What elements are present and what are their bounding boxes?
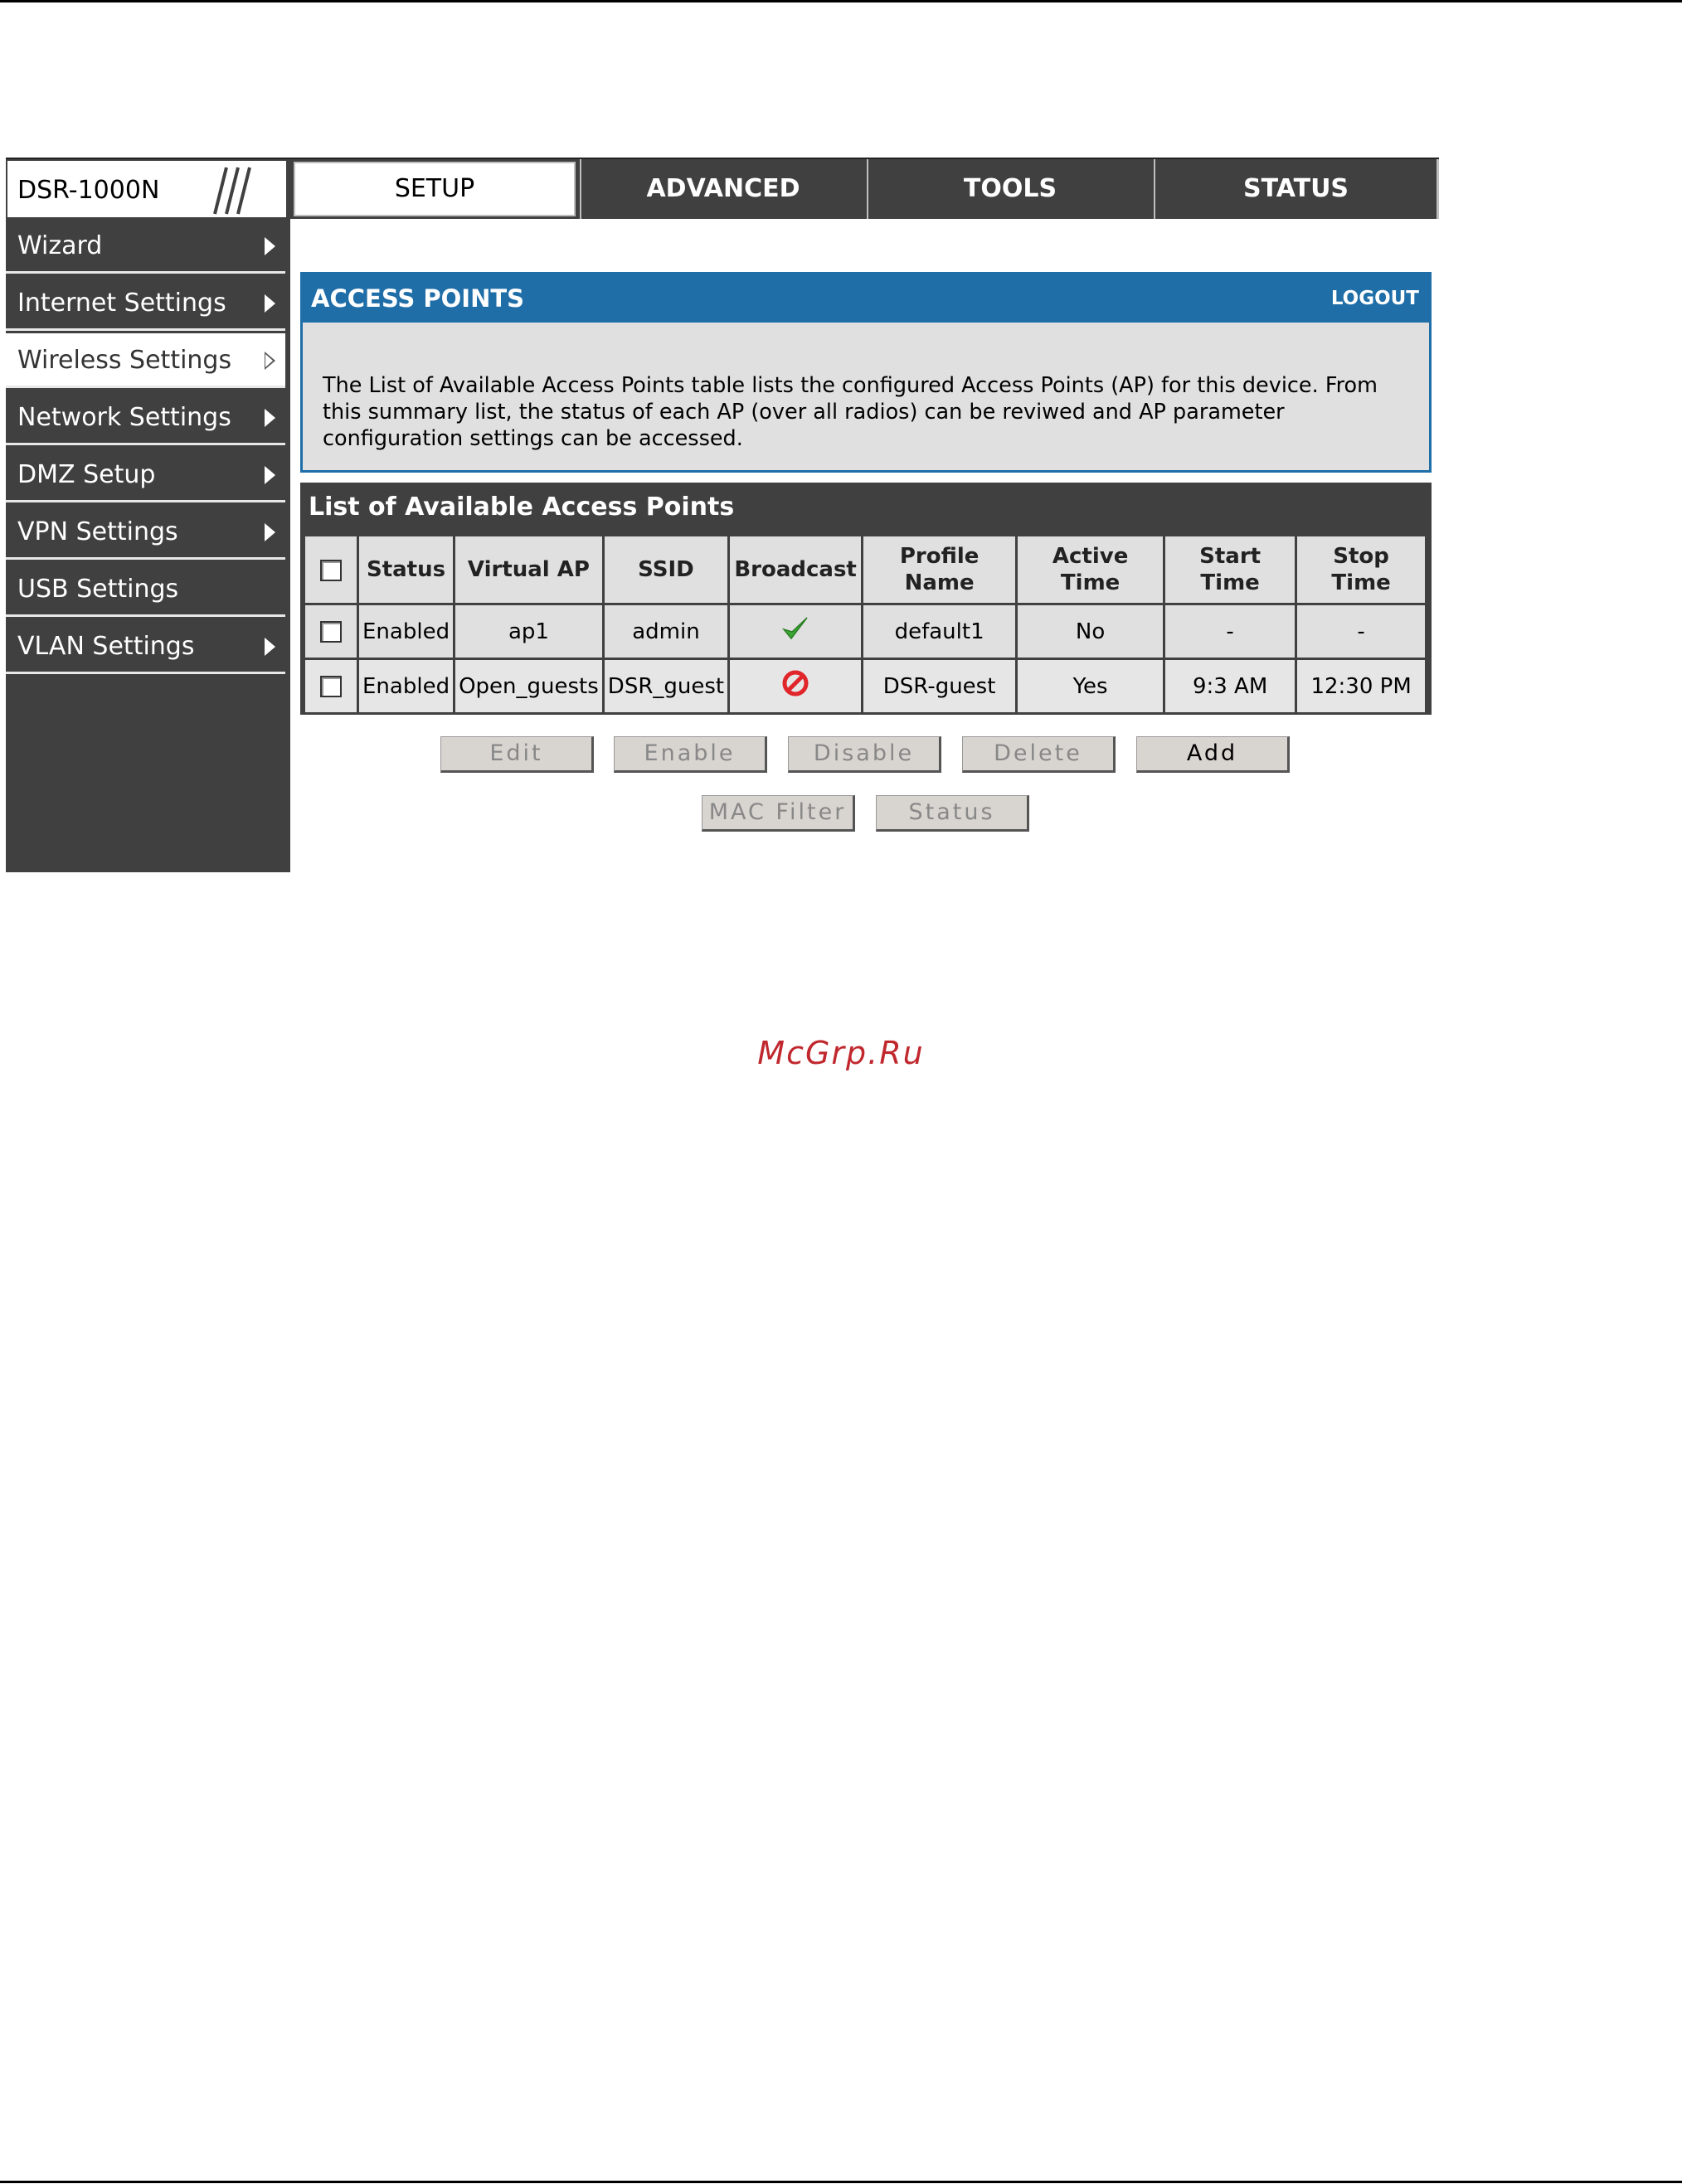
cell-virtual-ap: ap1: [455, 605, 602, 658]
column-header-broadcast: Broadcast: [730, 536, 862, 603]
cell-ssid: admin: [604, 605, 728, 658]
prohibited-icon: [782, 670, 809, 696]
sidebar-item-label: Wizard: [17, 231, 103, 260]
arrow-right-outline-icon: [265, 352, 275, 370]
tab-tools[interactable]: TOOLS: [867, 159, 1152, 219]
cell-stop-time: 12:30 PM: [1297, 660, 1426, 712]
disable-button[interactable]: Disable: [788, 736, 941, 773]
cell-broadcast: [730, 605, 862, 658]
mac-filter-button[interactable]: MAC Filter: [702, 795, 855, 832]
model-name: DSR-1000N: [17, 176, 160, 205]
row-select-cell: [305, 660, 357, 712]
add-button[interactable]: Add: [1136, 736, 1290, 773]
cell-profile-name: DSR-guest: [863, 660, 1016, 712]
select-all-cell: [305, 536, 357, 603]
status-button[interactable]: Status: [876, 795, 1029, 832]
edit-button[interactable]: Edit: [440, 736, 594, 773]
arrow-right-icon: [265, 523, 275, 541]
sidebar-item-label: DMZ Setup: [17, 460, 156, 489]
cell-ssid: DSR_guest: [604, 660, 728, 712]
page-title: ACCESS POINTS: [311, 284, 525, 313]
sidebar-item-internet-settings[interactable]: Internet Settings: [6, 276, 285, 331]
arrow-right-icon: [265, 237, 275, 255]
tab-advanced[interactable]: ADVANCED: [580, 159, 865, 219]
top-navigation: DSR-1000N SETUP ADVANCED TOOLS STATUS: [6, 158, 1439, 219]
check-icon: [781, 617, 808, 640]
row-checkbox[interactable]: [320, 621, 342, 643]
cell-status: Enabled: [359, 605, 454, 658]
cell-start-time: 9:3 AM: [1165, 660, 1296, 712]
column-header-start-time: Start Time: [1165, 536, 1296, 603]
sidebar-item-wireless-settings[interactable]: Wireless Settings: [6, 333, 285, 388]
sidebar-item-label: Network Settings: [17, 403, 231, 432]
access-points-list: List of Available Access Points Status V…: [300, 483, 1432, 715]
column-header-profile-name: Profile Name: [863, 536, 1016, 603]
sidebar-item-label: VLAN Settings: [17, 632, 195, 661]
sidebar-item-label: USB Settings: [17, 575, 179, 604]
tab-setup[interactable]: SETUP: [291, 159, 578, 219]
cell-start-time: -: [1165, 605, 1296, 658]
cell-broadcast: [730, 660, 862, 712]
select-all-checkbox[interactable]: [320, 559, 342, 581]
cell-status: Enabled: [359, 660, 454, 712]
sidebar-item-label: VPN Settings: [17, 517, 178, 546]
sidebar-item-vlan-settings[interactable]: VLAN Settings: [6, 619, 285, 674]
row-select-cell: [305, 605, 357, 658]
sidebar-item-wizard[interactable]: Wizard: [6, 219, 285, 274]
column-header-stop-time: Stop Time: [1297, 536, 1426, 603]
top-rule: [0, 0, 1682, 2]
cell-stop-time: -: [1297, 605, 1426, 658]
sidebar-item-vpn-settings[interactable]: VPN Settings: [6, 505, 285, 560]
panel-header: ACCESS POINTS LOGOUT: [303, 274, 1429, 323]
cell-profile-name: default1: [863, 605, 1016, 658]
list-title: List of Available Access Points: [309, 493, 735, 522]
bottom-rule: [0, 2181, 1682, 2183]
cell-active-time: No: [1018, 605, 1164, 658]
sidebar-item-label: Internet Settings: [17, 289, 226, 318]
sidebar-item-label: Wireless Settings: [17, 346, 232, 375]
sidebar-item-dmz-setup[interactable]: DMZ Setup: [6, 448, 285, 502]
arrow-right-icon: [265, 638, 275, 656]
tab-status[interactable]: STATUS: [1154, 159, 1439, 219]
table-row: Enabled Open_guests DSR_guest DSR-guest …: [305, 660, 1426, 712]
slashes-logo-icon: [213, 167, 251, 215]
cell-virtual-ap: Open_guests: [455, 660, 602, 712]
delete-button[interactable]: Delete: [962, 736, 1116, 773]
sidebar-item-usb-settings[interactable]: USB Settings: [6, 562, 285, 617]
access-points-table: Status Virtual AP SSID Broadcast Profile…: [303, 534, 1428, 715]
column-header-ssid: SSID: [604, 536, 728, 603]
sidebar: Wizard Internet Settings Wireless Settin…: [6, 219, 290, 872]
table-row: Enabled ap1 admin default1 No - -: [305, 605, 1426, 658]
arrow-right-icon: [265, 466, 275, 484]
watermark: McGrp.Ru: [757, 1035, 925, 1071]
logout-link[interactable]: LOGOUT: [1331, 288, 1419, 309]
column-header-status: Status: [359, 536, 454, 603]
panel-description: The List of Available Access Points tabl…: [323, 373, 1378, 451]
sidebar-item-network-settings[interactable]: Network Settings: [6, 391, 285, 445]
model-logo: DSR-1000N: [6, 159, 288, 219]
cell-active-time: Yes: [1018, 660, 1164, 712]
column-header-active-time: Active Time: [1018, 536, 1164, 603]
row-checkbox[interactable]: [320, 676, 342, 697]
access-points-panel: ACCESS POINTS LOGOUT The List of Availab…: [300, 272, 1432, 473]
table-header-row: Status Virtual AP SSID Broadcast Profile…: [305, 536, 1426, 603]
arrow-right-icon: [265, 409, 275, 427]
column-header-virtual-ap: Virtual AP: [455, 536, 602, 603]
enable-button[interactable]: Enable: [614, 736, 767, 773]
arrow-right-icon: [265, 294, 275, 313]
